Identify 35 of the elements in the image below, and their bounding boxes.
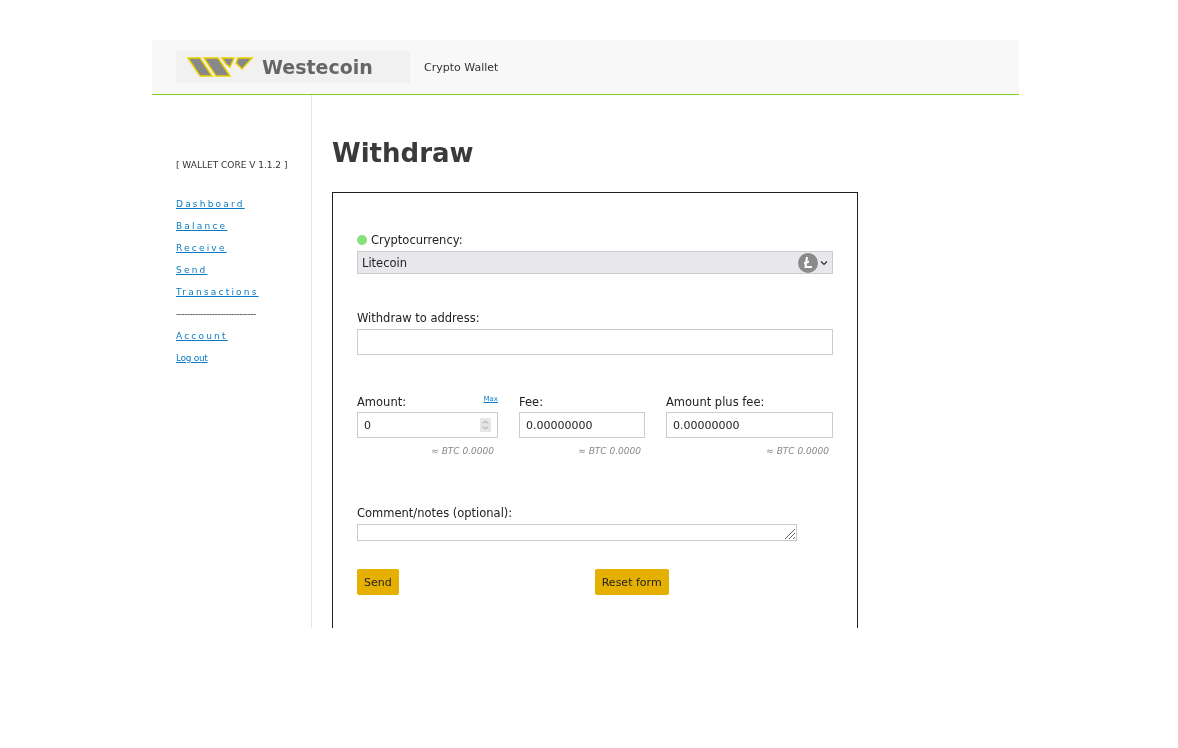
currency-dropdown[interactable]: Litecoin [357, 251, 833, 274]
field-label: Amount: [357, 395, 407, 409]
logo[interactable]: Westecoin [176, 51, 410, 83]
btc-estimate: ≈ BTC 0.0000 [765, 446, 830, 456]
version-label: [ WALLET CORE V 1.1.2 ] [176, 160, 288, 170]
field-label: Cryptocurrency: [371, 233, 463, 247]
logo-icon [186, 55, 254, 79]
nav-link[interactable]: Receive [176, 242, 227, 255]
btc-estimate: ≈ BTC 0.0000 [577, 446, 642, 456]
field-label: Comment/notes (optional): [357, 506, 513, 520]
coin-icon [798, 252, 818, 273]
page-title: Withdraw [332, 138, 475, 168]
nav-link[interactable]: Account [176, 330, 228, 343]
nav-link[interactable]: Transactions [176, 286, 259, 299]
nav-link[interactable]: Log out [176, 352, 208, 365]
field-label: Fee: [519, 395, 543, 409]
amount-input[interactable]: 0 [357, 412, 498, 438]
nav-link[interactable]: Balance [176, 220, 228, 233]
reset-button[interactable]: Reset form [594, 569, 669, 595]
address-input[interactable] [357, 329, 833, 355]
app-title: Crypto Wallet [424, 60, 499, 74]
field-label: Withdraw to address: [357, 311, 480, 325]
spinner-icon[interactable] [480, 418, 491, 432]
nav-link[interactable]: Dashboard [176, 198, 245, 211]
nav-link[interactable]: Send [176, 264, 208, 277]
value-input[interactable]: 0.00000000 [666, 412, 833, 438]
logo-text: Westecoin [262, 56, 373, 78]
separator-line: ----------------------------- [176, 308, 256, 321]
btc-estimate: ≈ BTC 0.0000 [430, 446, 495, 456]
send-button[interactable]: Send [357, 569, 399, 595]
resize-grip-icon[interactable] [782, 526, 796, 540]
caret-icon [820, 259, 828, 266]
status-dot-icon [357, 235, 367, 245]
value-input[interactable]: 0.00000000 [519, 412, 645, 438]
field-label: Amount plus fee: [666, 395, 765, 409]
